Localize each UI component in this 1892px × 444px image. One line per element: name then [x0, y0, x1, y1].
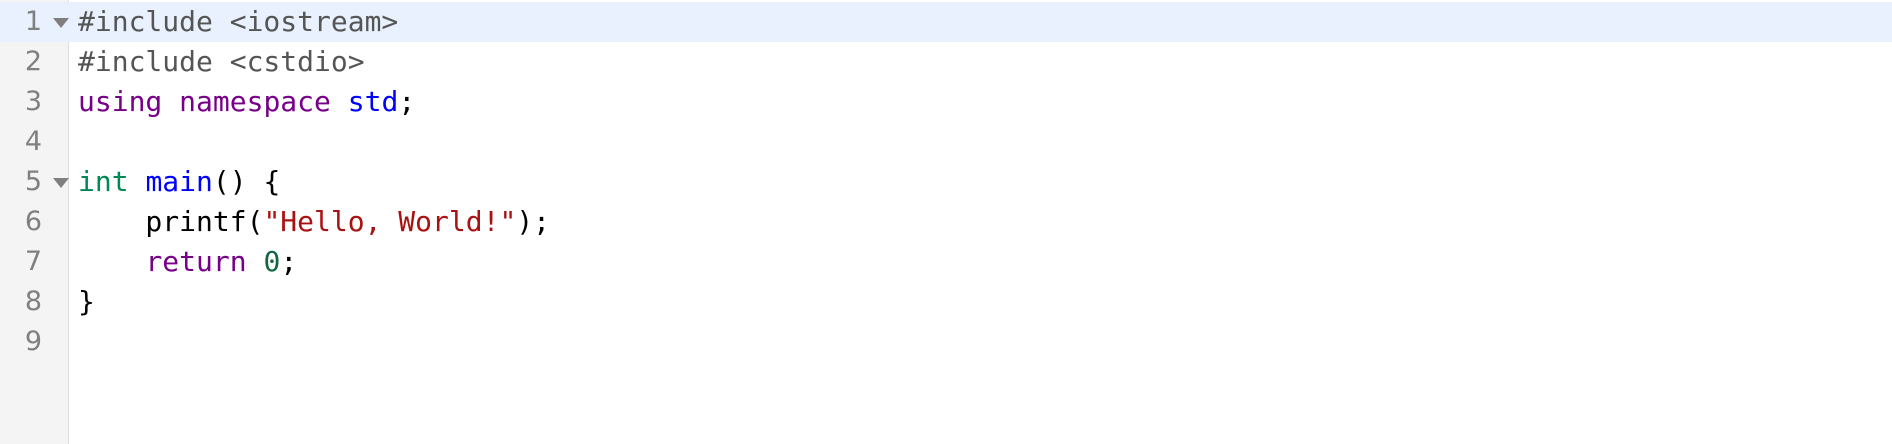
code-token-keyword: using: [78, 85, 163, 118]
code-token-plain: ;: [398, 85, 416, 118]
line-number: 5: [24, 166, 42, 197]
line-number: 7: [24, 246, 42, 277]
code-text[interactable]: #include <cstdio>: [78, 42, 365, 82]
code-line[interactable]: 8}: [0, 282, 1892, 322]
code-line[interactable]: 5 int main() {: [0, 162, 1892, 202]
line-number: 6: [24, 206, 42, 237]
code-line[interactable]: 3 using namespace std;: [0, 82, 1892, 122]
code-token-keyword: return: [145, 245, 247, 278]
code-lines[interactable]: 1 #include <iostream> 2 #include <cstdio> 3 u…: [0, 2, 1892, 362]
code-text[interactable]: #include <iostream>: [78, 2, 398, 42]
code-token-string: "Hello, World!": [263, 205, 517, 238]
code-text[interactable]: using namespace std;: [78, 82, 415, 122]
triangle-down-icon[interactable]: [53, 178, 69, 188]
line-number: 2: [24, 46, 42, 77]
triangle-down-icon[interactable]: [53, 18, 69, 28]
code-line[interactable]: 7 return 0;: [0, 242, 1892, 282]
code-token-plain: printf(: [78, 205, 264, 238]
code-token-plain: () {: [212, 165, 281, 198]
code-text[interactable]: printf("Hello, World!");: [78, 202, 550, 242]
line-number: 3: [24, 86, 42, 117]
code-line[interactable]: 6 printf("Hello, World!");: [0, 202, 1892, 242]
code-token-def: main: [145, 165, 213, 198]
code-text[interactable]: }: [78, 282, 95, 322]
code-token-keyword: namespace: [179, 85, 331, 118]
code-token-plain: }: [78, 285, 95, 318]
code-token-type: int: [78, 165, 129, 198]
line-number: 8: [24, 286, 42, 317]
code-token-preproc: #include <iostream>: [78, 5, 399, 38]
code-line[interactable]: 4: [0, 122, 1892, 162]
code-token-number: 0: [263, 245, 281, 278]
code-token-plain: ;: [280, 245, 298, 278]
line-number: 4: [24, 126, 42, 157]
code-token-namespace: std: [347, 85, 399, 118]
code-text[interactable]: int main() {: [78, 162, 280, 202]
line-number: 1: [24, 6, 42, 37]
code-line[interactable]: 2 #include <cstdio>: [0, 42, 1892, 82]
code-editor[interactable]: 1 #include <iostream> 2 #include <cstdio> 3 u…: [0, 0, 1892, 444]
code-text[interactable]: return 0;: [78, 242, 297, 282]
code-line[interactable]: 1 #include <iostream>: [0, 2, 1892, 42]
code-token-plain: );: [516, 205, 551, 238]
code-line[interactable]: 9: [0, 322, 1892, 362]
line-number: 9: [24, 326, 42, 357]
code-token-preproc: #include <cstdio>: [78, 45, 365, 78]
